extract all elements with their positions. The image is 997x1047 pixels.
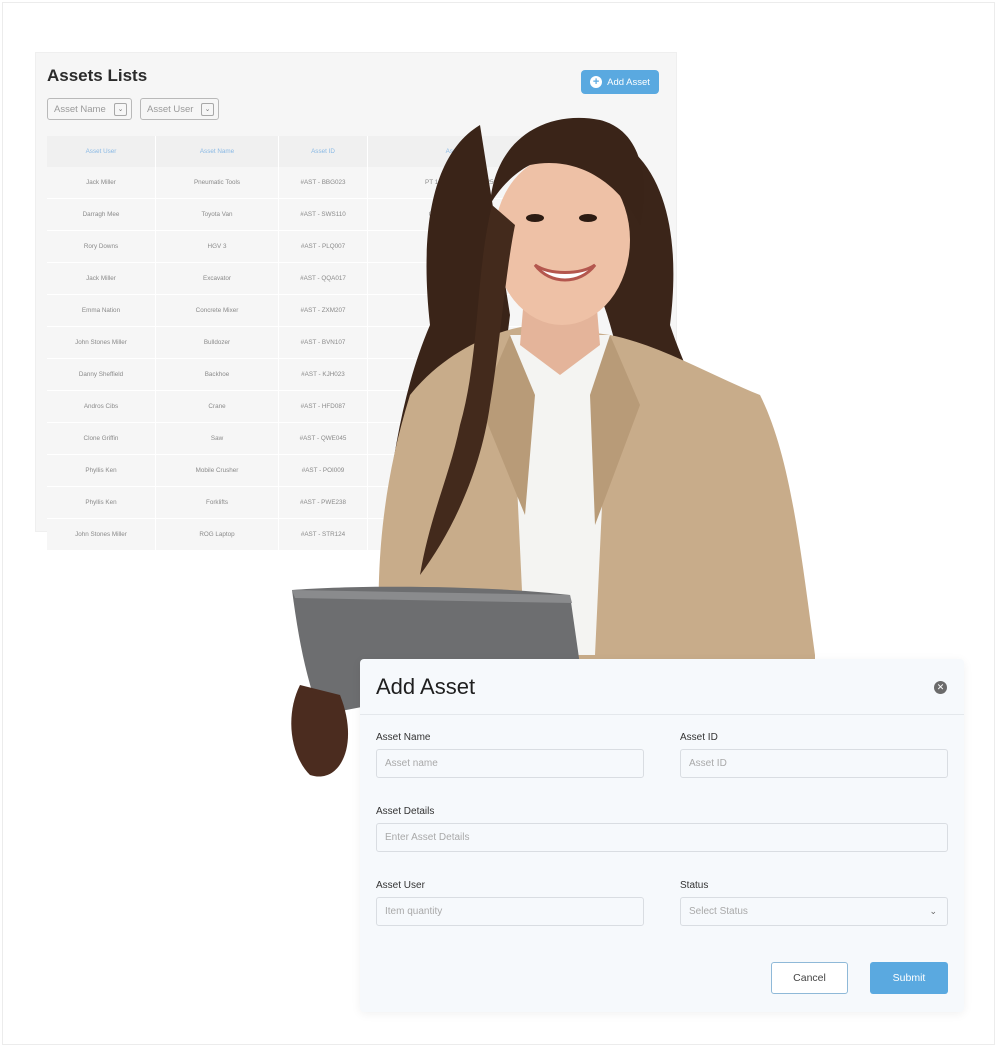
cell-asset-name: Forklifts [155, 486, 279, 519]
cell-asset-user: Jack Miller [47, 167, 156, 199]
cell-asset-user: Clone Griffin [47, 422, 156, 455]
cell-asset-name: Excavator [155, 262, 279, 295]
cell-asset-name: Bulldozer [155, 326, 279, 359]
asset-name-filter[interactable]: Asset Name ⌄ [47, 98, 132, 120]
column-header-asset-name[interactable]: Asset Name [155, 136, 279, 167]
asset-name-label: Asset Name [376, 732, 431, 743]
cell-asset-name: Saw [155, 422, 279, 455]
chevron-down-icon: ⌄ [929, 906, 937, 916]
cell-asset-user: Darragh Mee [47, 198, 156, 231]
asset-user-filter[interactable]: Asset User ⌄ [140, 98, 219, 120]
asset-details-input[interactable]: Enter Asset Details [376, 823, 948, 852]
status-label: Status [680, 880, 709, 891]
asset-name-placeholder: Asset name [385, 758, 438, 769]
cell-asset-user: John Stones Miller [47, 326, 156, 359]
panel-title: Assets Lists [47, 66, 148, 85]
cell-asset-name: Pneumatic Tools [155, 167, 279, 199]
cell-asset-user: Jack Miller [47, 262, 156, 295]
cell-asset-name: Concrete Mixer [155, 294, 279, 327]
status-placeholder: Select Status [689, 906, 748, 917]
asset-id-placeholder: Asset ID [689, 758, 727, 769]
cell-asset-name: Backhoe [155, 358, 279, 391]
cell-asset-name: HGV 3 [155, 230, 279, 263]
asset-user-label: Asset User [376, 880, 425, 891]
close-icon[interactable]: ✕ [934, 681, 947, 694]
cell-asset-user: Rory Downs [47, 230, 156, 263]
cell-asset-user: Phyllis Ken [47, 486, 156, 519]
add-asset-button[interactable]: + Add Asset [581, 70, 659, 94]
cell-asset-name: Toyota Van [155, 198, 279, 231]
cell-asset-name: Crane [155, 390, 279, 423]
cell-asset-user: Danny Sheffield [47, 358, 156, 391]
cell-asset-name: Mobile Crusher [155, 454, 279, 487]
asset-details-placeholder: Enter Asset Details [385, 832, 470, 843]
add-asset-label: Add Asset [607, 76, 650, 88]
chevron-down-icon: ⌄ [201, 103, 214, 116]
filter-label: Asset Name [54, 103, 106, 115]
cell-asset-user: Andros Cibs [47, 390, 156, 423]
plus-icon: + [590, 76, 603, 88]
add-asset-modal: Add Asset ✕ Asset Name Asset name Asset … [360, 659, 964, 1012]
submit-button[interactable]: Submit [870, 962, 948, 994]
chevron-down-icon: ⌄ [114, 103, 127, 116]
cancel-button[interactable]: Cancel [771, 962, 848, 994]
asset-user-placeholder: Item quantity [385, 906, 443, 917]
asset-details-label: Asset Details [376, 806, 435, 817]
filter-label: Asset User [147, 103, 194, 115]
status-select[interactable]: Select Status ⌄ [680, 897, 948, 926]
cell-asset-user: John Stones Miller [47, 518, 156, 551]
cell-asset-user: Phyllis Ken [47, 454, 156, 487]
modal-header: Add Asset ✕ [360, 659, 964, 715]
column-header-asset-user[interactable]: Asset User [47, 136, 156, 167]
cell-asset-user: Emma Nation [47, 294, 156, 327]
modal-title: Add Asset [376, 674, 476, 699]
cell-asset-name: ROG Laptop [155, 518, 279, 551]
asset-id-input[interactable]: Asset ID [680, 749, 948, 778]
asset-name-input[interactable]: Asset name [376, 749, 644, 778]
asset-user-input[interactable]: Item quantity [376, 897, 644, 926]
asset-id-label: Asset ID [680, 732, 718, 743]
